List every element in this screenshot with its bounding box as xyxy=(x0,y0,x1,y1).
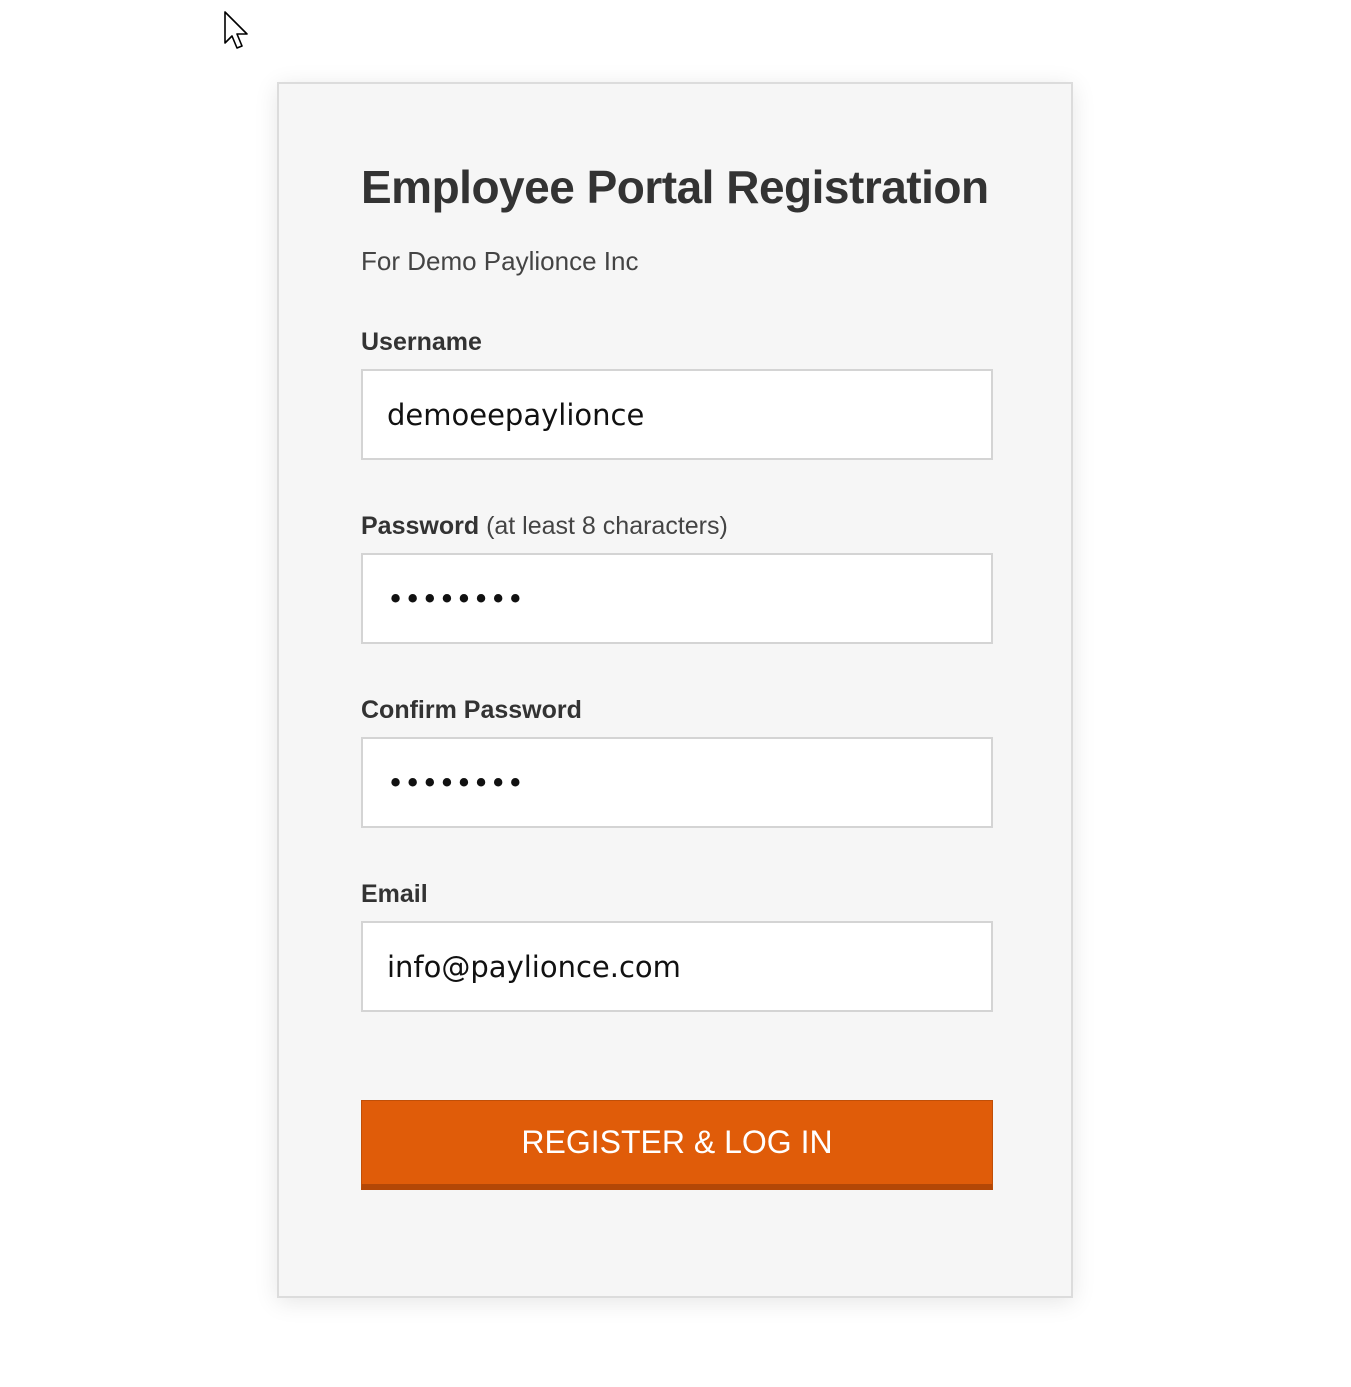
username-label-text: Username xyxy=(361,328,482,356)
register-login-button[interactable]: REGISTER & LOG IN xyxy=(361,1100,993,1190)
email-input[interactable] xyxy=(361,921,993,1012)
registration-card: Employee Portal Registration For Demo Pa… xyxy=(277,82,1073,1298)
confirm-password-label: Confirm Password xyxy=(361,696,582,725)
mouse-pointer-icon xyxy=(224,11,248,49)
company-subtitle: For Demo Paylionce Inc xyxy=(361,246,639,276)
page-title: Employee Portal Registration xyxy=(361,161,989,213)
password-label: Password (at least 8 characters) xyxy=(361,512,728,541)
password-input[interactable] xyxy=(361,553,993,644)
confirm-password-label-text: Confirm Password xyxy=(361,696,582,724)
password-label-text: Password xyxy=(361,512,480,540)
username-input[interactable] xyxy=(361,369,993,460)
username-label: Username xyxy=(361,328,482,357)
email-label: Email xyxy=(361,880,428,909)
password-hint: (at least 8 characters) xyxy=(486,512,728,540)
confirm-password-input[interactable] xyxy=(361,737,993,828)
email-label-text: Email xyxy=(361,880,428,908)
